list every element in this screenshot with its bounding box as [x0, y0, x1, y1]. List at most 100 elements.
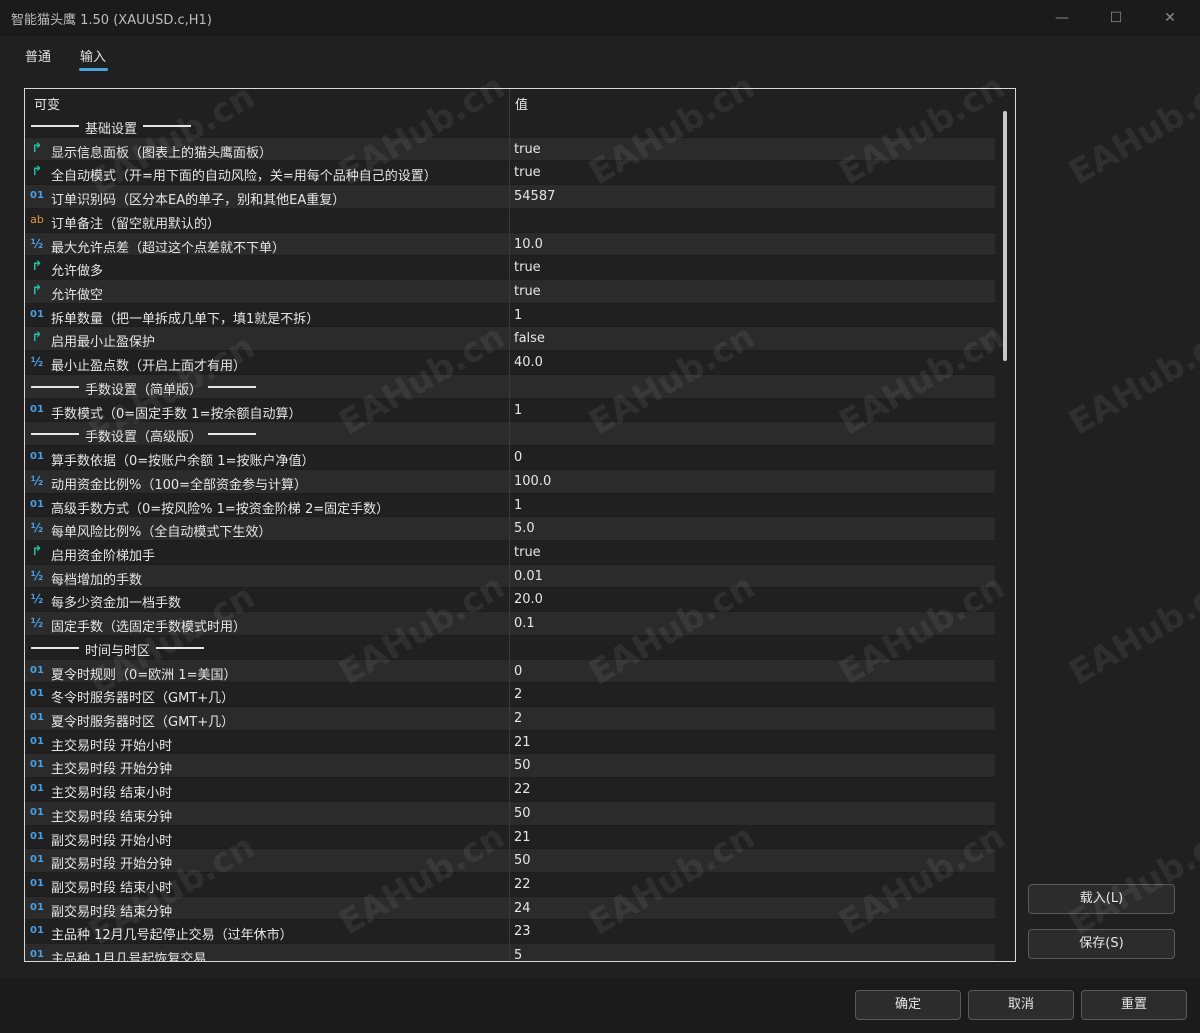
parameter-row[interactable]: 01 主品种 1月几号起恢复交易 5	[25, 944, 995, 961]
parameter-name-cell: 01 冬令时服务器时区（GMT+几）	[25, 683, 509, 706]
parameter-value[interactable]: 0	[514, 450, 522, 465]
ok-button[interactable]: 确定	[855, 990, 961, 1020]
parameter-row[interactable]: 01 主交易时段 结束小时 22	[25, 778, 995, 802]
section-separator-row[interactable]: 手数设置（简单版）	[25, 374, 995, 399]
parameter-row[interactable]: ↱ 全自动模式（开=用下面的自动风险，关=用每个品种自己的设置） true	[25, 161, 995, 186]
parameter-value[interactable]: 22	[514, 877, 531, 892]
parameter-value[interactable]: 50	[514, 758, 531, 773]
double-param-icon: ½	[30, 592, 44, 607]
parameter-row[interactable]: 01 算手数依据（0=按账户余额 1=按账户净值） 0	[25, 446, 995, 470]
parameter-row[interactable]: 01 夏令时服务器时区（GMT+几） 2	[25, 706, 995, 731]
parameter-value[interactable]: 21	[514, 735, 531, 750]
parameter-name-cell: 手数设置（高级版）	[25, 422, 509, 445]
load-button[interactable]: 载入(L)	[1028, 884, 1175, 914]
column-header-value[interactable]: 值	[515, 94, 528, 113]
parameter-value[interactable]: 21	[514, 830, 531, 845]
column-divider[interactable]	[509, 89, 510, 961]
parameter-row[interactable]: 01 冬令时服务器时区（GMT+几） 2	[25, 683, 995, 707]
parameter-row[interactable]: ½ 固定手数（选固定手数模式时用） 0.1	[25, 612, 995, 636]
save-button[interactable]: 保存(S)	[1028, 929, 1175, 959]
reset-button[interactable]: 重置	[1081, 990, 1187, 1020]
close-icon[interactable]: ✕	[1143, 0, 1197, 36]
tab-general[interactable]: 普通	[25, 46, 51, 65]
column-header-name[interactable]: 可变	[34, 94, 60, 113]
parameter-row[interactable]: 01 夏令时规则（0=欧洲 1=美国） 0	[25, 659, 995, 684]
parameter-value[interactable]: 100.0	[514, 474, 551, 489]
int-param-icon: 01	[30, 190, 44, 202]
parameter-row[interactable]: ½ 最大允许点差（超过这个点差就不下单） 10.0	[25, 232, 995, 257]
parameter-value[interactable]: 0.01	[514, 569, 543, 584]
parameter-label: 主交易时段 结束小时	[51, 786, 173, 802]
parameter-value[interactable]: true	[514, 142, 541, 157]
separator-line-right	[156, 646, 205, 649]
parameter-row[interactable]: ↱ 允许做空 true	[25, 280, 995, 304]
parameter-row[interactable]: 01 手数模式（0=固定手数 1=按余额自动算） 1	[25, 399, 995, 423]
section-separator-row[interactable]: 时间与时区	[25, 636, 995, 660]
parameter-value[interactable]: 20.0	[514, 592, 543, 607]
parameter-row[interactable]: 01 副交易时段 开始分钟 50	[25, 849, 995, 873]
parameter-value[interactable]: 1	[514, 498, 522, 513]
parameter-row[interactable]: ↱ 显示信息面板（图表上的猫头鹰面板） true	[25, 137, 995, 162]
parameter-label: 冬令时服务器时区（GMT+几）	[51, 691, 235, 707]
parameter-value[interactable]: 22	[514, 782, 531, 797]
parameter-value[interactable]: true	[514, 284, 541, 299]
parameter-row[interactable]: 01 高级手数方式（0=按风险% 1=按资金阶梯 2=固定手数） 1	[25, 494, 995, 518]
bool-param-icon: ↱	[31, 164, 43, 180]
parameter-label: 手数模式（0=固定手数 1=按余额自动算）	[51, 406, 302, 422]
cancel-button[interactable]: 取消	[968, 990, 1074, 1020]
tab-inputs[interactable]: 输入	[80, 46, 106, 65]
parameter-row[interactable]: 01 副交易时段 开始小时 21	[25, 826, 995, 850]
parameter-row[interactable]: 01 主交易时段 开始小时 21	[25, 731, 995, 755]
parameter-row[interactable]: 01 主品种 12月几号起停止交易（过年休市） 23	[25, 920, 995, 945]
minimize-icon[interactable]: —	[1035, 0, 1089, 36]
parameter-row[interactable]: ↱ 启用资金阶梯加手 true	[25, 541, 995, 565]
double-param-icon: ½	[30, 616, 44, 631]
parameter-row[interactable]: 01 订单识别码（区分本EA的单子，别和其他EA重复） 54587	[25, 185, 995, 209]
parameter-value[interactable]: 50	[514, 806, 531, 821]
parameter-label: 夏令时服务器时区（GMT+几）	[51, 714, 235, 730]
double-param-icon: ½	[30, 473, 44, 488]
parameter-row[interactable]: ½ 每多少资金加一档手数 20.0	[25, 588, 995, 613]
maximize-icon[interactable]: ☐	[1089, 0, 1143, 36]
parameter-value[interactable]: 40.0	[514, 355, 543, 370]
parameter-value[interactable]: 5	[514, 948, 522, 961]
parameter-value[interactable]: 0	[514, 664, 522, 679]
parameter-row[interactable]: ½ 最小止盈点数（开启上面才有用） 40.0	[25, 351, 995, 375]
parameter-label: 动用资金比例%（100=全部资金参与计算）	[51, 477, 308, 493]
section-separator-row[interactable]: 手数设置（高级版）	[25, 422, 995, 447]
parameter-row[interactable]: ab 订单备注（留空就用默认的）	[25, 209, 995, 233]
parameter-row[interactable]: ½ 每单风险比例%（全自动模式下生效） 5.0	[25, 517, 995, 541]
parameter-value[interactable]: 2	[514, 711, 522, 726]
parameter-value[interactable]: 1	[514, 403, 522, 418]
parameter-value[interactable]: 10.0	[514, 237, 543, 252]
parameter-value[interactable]: true	[514, 260, 541, 275]
parameter-name-cell: ½ 最小止盈点数（开启上面才有用）	[25, 351, 509, 374]
parameter-row[interactable]: 01 主交易时段 结束分钟 50	[25, 801, 995, 826]
parameter-value[interactable]: true	[514, 165, 541, 180]
section-separator-row[interactable]: 基础设置	[25, 114, 995, 138]
parameter-row[interactable]: ½ 每档增加的手数 0.01	[25, 564, 995, 589]
parameter-value[interactable]: true	[514, 545, 541, 560]
parameter-label: 算手数依据（0=按账户余额 1=按账户净值）	[51, 454, 315, 470]
parameter-value[interactable]: 54587	[514, 189, 555, 204]
parameter-value[interactable]: 23	[514, 924, 531, 939]
parameter-row[interactable]: ↱ 允许做多 true	[25, 256, 995, 281]
parameter-value[interactable]: 24	[514, 901, 531, 916]
parameter-value[interactable]: 0.1	[514, 616, 535, 631]
parameter-row[interactable]: 01 副交易时段 结束分钟 24	[25, 896, 995, 921]
parameter-value[interactable]: false	[514, 331, 545, 346]
parameter-row[interactable]: 01 主交易时段 开始分钟 50	[25, 754, 995, 779]
parameter-value[interactable]: 50	[514, 853, 531, 868]
bool-param-icon: ↱	[31, 140, 43, 156]
parameter-row[interactable]: ½ 动用资金比例%（100=全部资金参与计算） 100.0	[25, 469, 995, 494]
parameter-value[interactable]: 1	[514, 308, 522, 323]
parameter-name-cell: 01 主品种 1月几号起恢复交易	[25, 944, 509, 961]
parameter-value[interactable]: 5.0	[514, 521, 535, 536]
watermark-text: EAHub.cn	[1062, 66, 1200, 194]
scrollbar-thumb[interactable]	[1003, 111, 1007, 361]
parameter-row[interactable]: 01 副交易时段 结束小时 22	[25, 873, 995, 897]
parameter-row[interactable]: ↱ 启用最小止盈保护 false	[25, 327, 995, 352]
parameter-label: 订单识别码（区分本EA的单子，别和其他EA重复）	[51, 193, 346, 209]
parameter-value[interactable]: 2	[514, 687, 522, 702]
parameter-row[interactable]: 01 拆单数量（把一单拆成几单下，填1就是不拆） 1	[25, 304, 995, 328]
